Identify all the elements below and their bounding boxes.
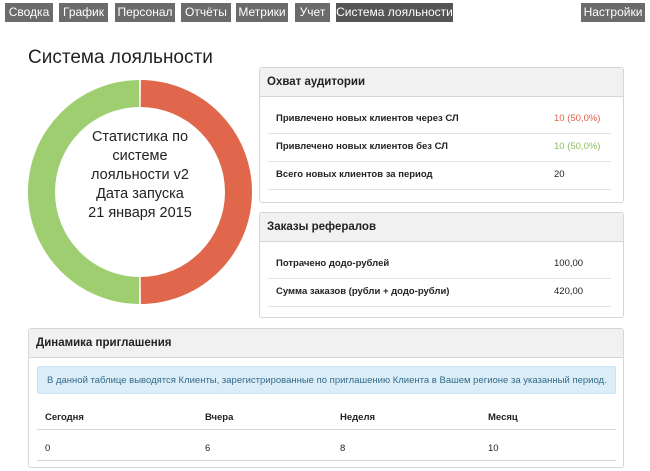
referral-row-value: 420,00 bbox=[554, 286, 584, 297]
column-header-today: Сегодня bbox=[45, 412, 84, 423]
column-header-yesterday: Вчера bbox=[205, 412, 234, 423]
tab-metriki[interactable]: Метрики bbox=[236, 3, 288, 22]
audience-row-label: Всего новых клиентов за период bbox=[276, 169, 433, 180]
audience-row-label: Привлечено новых клиентов без СЛ bbox=[276, 141, 448, 152]
audience-row-value: 20 bbox=[554, 169, 565, 180]
cell-yesterday: 6 bbox=[205, 443, 211, 454]
cell-week: 8 bbox=[340, 443, 346, 454]
donut-caption-line: системе bbox=[112, 148, 168, 164]
audience-panel-title: Охват аудитории bbox=[260, 68, 623, 97]
audience-panel: Охват аудитории Привлечено новых клиенто… bbox=[259, 67, 624, 203]
tab-personal[interactable]: Персонал bbox=[115, 3, 175, 22]
referral-row: Сумма заказов (рубли + додо-рубли) 420,0… bbox=[268, 278, 611, 307]
info-alert: В данной таблице выводятся Клиенты, заре… bbox=[37, 366, 616, 394]
invitation-dynamics-panel: Динамика приглашения В данной таблице вы… bbox=[28, 328, 624, 468]
invitation-dynamics-title: Динамика приглашения bbox=[29, 329, 623, 358]
settings-button[interactable]: Настройки bbox=[581, 3, 645, 22]
audience-row-value: 10 (50,0%) bbox=[554, 113, 601, 124]
donut-caption-line: 21 января 2015 bbox=[88, 205, 192, 221]
referral-row-value: 100,00 bbox=[554, 258, 584, 269]
top-navigation: Сводка График Персонал Отчёты Метрики Уч… bbox=[0, 0, 650, 24]
audience-row: Привлечено новых клиентов через СЛ 10 (5… bbox=[268, 105, 611, 134]
referral-orders-panel: Заказы рефералов Потрачено додо-рублей 1… bbox=[259, 212, 624, 318]
tab-loyalty-system[interactable]: Система лояльности bbox=[336, 3, 453, 22]
column-header-week: Неделя bbox=[340, 412, 376, 423]
referral-row-label: Сумма заказов (рубли + додо-рубли) bbox=[276, 286, 450, 297]
page-title: Система лояльности bbox=[28, 47, 213, 68]
tab-grafik[interactable]: График bbox=[59, 3, 108, 22]
donut-caption-line: лояльности v2 bbox=[91, 167, 189, 183]
referral-orders-panel-title: Заказы рефералов bbox=[260, 213, 623, 242]
donut-caption-line: Дата запуска bbox=[96, 186, 184, 202]
tab-svodka[interactable]: Сводка bbox=[5, 3, 53, 22]
tab-otchety[interactable]: Отчёты bbox=[181, 3, 231, 22]
table-divider bbox=[37, 429, 616, 430]
audience-row-label: Привлечено новых клиентов через СЛ bbox=[276, 113, 459, 124]
table-divider bbox=[37, 460, 616, 461]
column-header-month: Месяц bbox=[488, 412, 518, 423]
tab-uchet[interactable]: Учет bbox=[295, 3, 330, 22]
audience-row: Привлечено новых клиентов без СЛ 10 (50,… bbox=[268, 133, 611, 162]
donut-caption: Статистика по системе лояльности v2 Дата… bbox=[72, 128, 208, 223]
cell-month: 10 bbox=[488, 443, 499, 454]
audience-row-value: 10 (50,0%) bbox=[554, 141, 601, 152]
cell-today: 0 bbox=[45, 443, 51, 454]
audience-row: Всего новых клиентов за период 20 bbox=[268, 161, 611, 190]
donut-caption-line: Статистика по bbox=[91, 129, 189, 145]
referral-row-label: Потрачено додо-рублей bbox=[276, 258, 390, 269]
referral-row: Потрачено додо-рублей 100,00 bbox=[268, 250, 611, 279]
